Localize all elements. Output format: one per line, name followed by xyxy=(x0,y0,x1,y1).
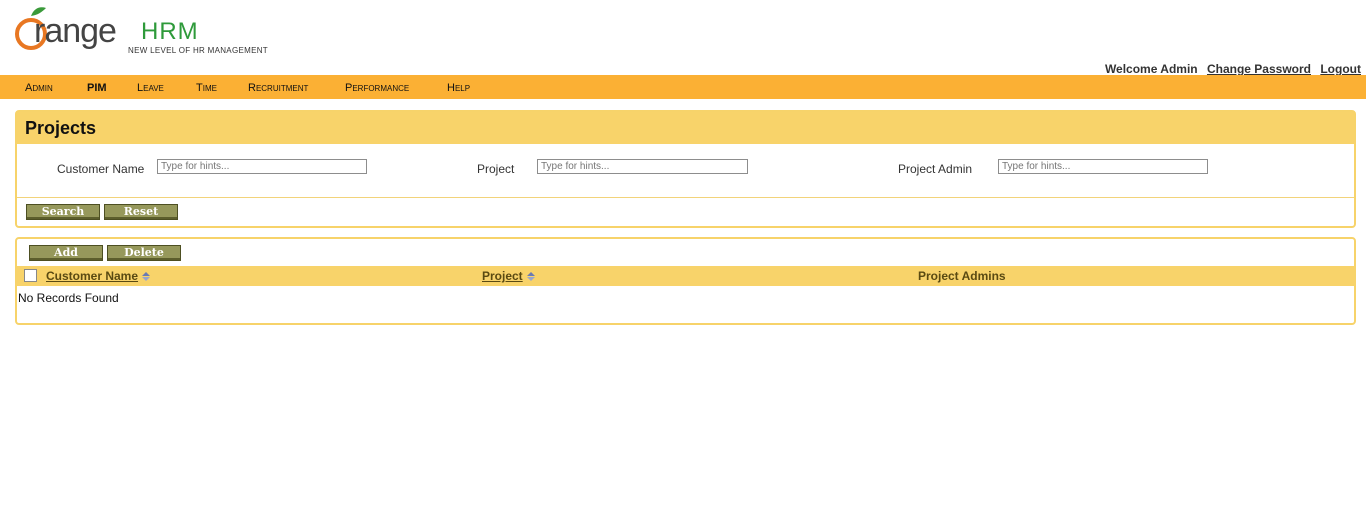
customer-name-sort-link[interactable]: Customer Name xyxy=(46,269,138,283)
nav-leave[interactable]: Leave xyxy=(137,82,164,94)
customer-name-column: Customer Name xyxy=(46,269,151,283)
sort-icon[interactable] xyxy=(142,272,151,282)
reset-button[interactable]: Reset xyxy=(104,204,178,220)
project-sort-link[interactable]: Project xyxy=(482,269,523,283)
customer-name-label: Customer Name xyxy=(57,162,145,176)
search-button[interactable]: Search xyxy=(26,204,100,220)
logout-link[interactable]: Logout xyxy=(1320,62,1361,76)
project-admins-column: Project Admins xyxy=(918,269,1006,283)
empty-message: No Records Found xyxy=(18,291,119,305)
project-label: Project xyxy=(477,162,515,176)
nav-performance[interactable]: Performance xyxy=(345,82,409,94)
search-fields: Customer Name Project Project Admin xyxy=(17,145,1354,198)
sort-icon[interactable] xyxy=(527,272,536,282)
add-button[interactable]: Add xyxy=(29,245,103,261)
logo-hrm: HRM xyxy=(141,18,199,45)
project-input[interactable] xyxy=(537,159,748,174)
project-admin-label: Project Admin xyxy=(898,162,973,176)
delete-button[interactable]: Delete xyxy=(107,245,181,261)
nav-admin[interactable]: Admin xyxy=(25,82,53,94)
nav-recruitment[interactable]: Recruitment xyxy=(248,82,308,94)
customer-name-input[interactable] xyxy=(157,159,367,174)
project-admin-input[interactable] xyxy=(998,159,1208,174)
main-nav: Admin PIM Leave Time Recruitment Perform… xyxy=(0,75,1366,99)
orangehrm-logo: range HRM NEW LEVEL OF HR MANAGEMENT xyxy=(12,6,282,60)
logo-tagline: NEW LEVEL OF HR MANAGEMENT xyxy=(128,46,268,55)
select-all-checkbox[interactable] xyxy=(24,269,37,282)
search-panel: Projects Customer Name Project Project A… xyxy=(15,110,1356,228)
results-panel: Add Delete Customer Name Project Project… xyxy=(15,237,1356,325)
page-title: Projects xyxy=(17,112,1354,144)
user-bar: Welcome Admin Change Password Logout xyxy=(1105,62,1361,76)
nav-time[interactable]: Time xyxy=(196,82,217,94)
table-header: Customer Name Project Project Admins xyxy=(17,266,1354,286)
welcome-text: Welcome Admin xyxy=(1104,62,1198,76)
project-column: Project xyxy=(482,269,536,283)
nav-help[interactable]: Help xyxy=(447,82,470,94)
nav-pim[interactable]: PIM xyxy=(87,82,107,94)
change-password-link[interactable]: Change Password xyxy=(1207,62,1311,76)
logo-wordmark: range xyxy=(34,12,117,50)
